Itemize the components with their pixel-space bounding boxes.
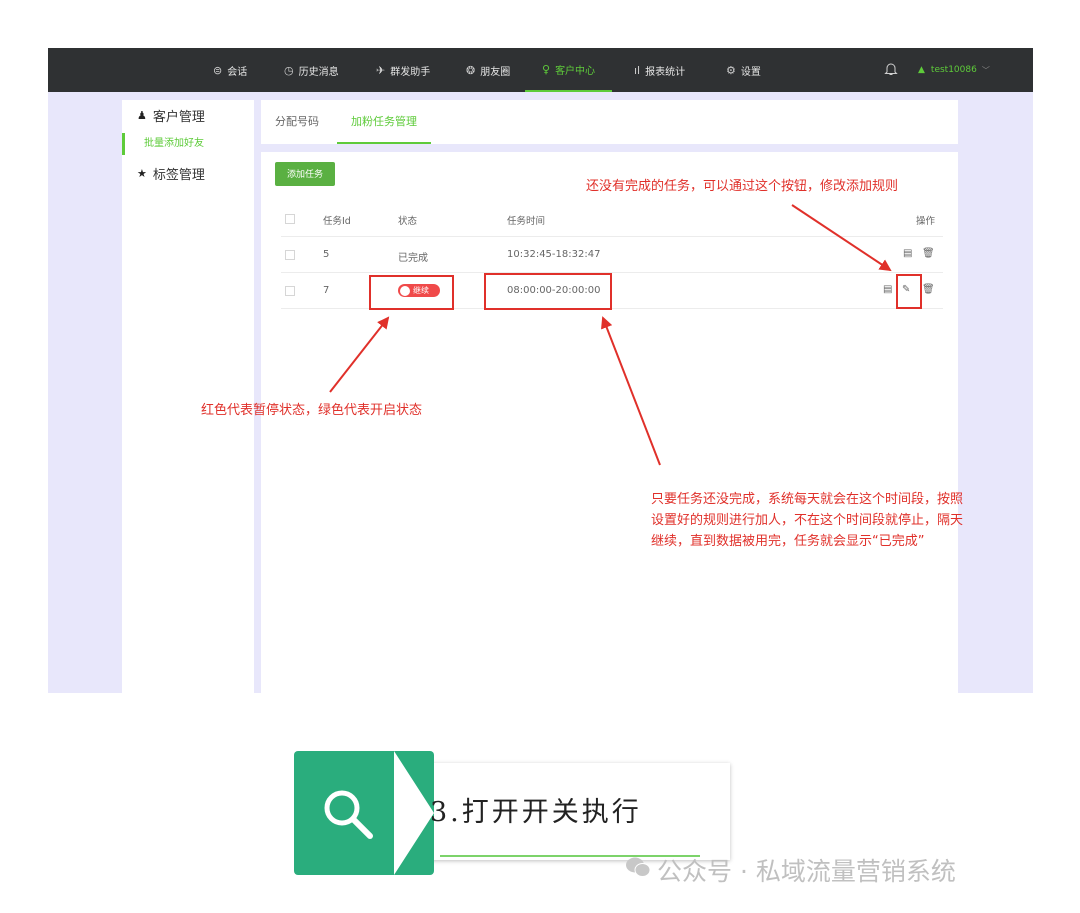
annotation-time-line3: 继续，直到数据被用完，任务就会显示“已完成” [651, 534, 925, 549]
divider [281, 272, 943, 273]
sidebar-item-customer-mgmt[interactable]: ♟ 客户管理 [137, 106, 205, 125]
star-icon: ★ [137, 167, 147, 180]
nav-label: 群发助手 [390, 66, 431, 78]
user-menu[interactable]: ▲ test10086 ﹀ [918, 48, 990, 92]
nav-label: 历史消息 [298, 66, 339, 78]
annotation-status: 红色代表暂停状态，绿色代表开启状态 [201, 403, 423, 418]
trash-icon[interactable]: 🗑 [922, 284, 935, 295]
nav-customer-center[interactable]: ♀ 客户中心 [525, 48, 613, 92]
tab-tasks[interactable]: 加粉任务管理 [337, 100, 431, 144]
nav-label: 朋友圈 [480, 66, 511, 78]
add-task-button[interactable]: 添加任务 [275, 162, 335, 186]
col-header-ops: 操作 [916, 216, 936, 227]
step-title: 3.打开开关执行 [430, 797, 642, 828]
cell-id: 7 [323, 285, 330, 296]
send-icon: ✈ [376, 63, 386, 77]
sidebar-item-batch-add[interactable]: 批量添加好友 [122, 133, 254, 155]
cell-status: 已完成 [398, 253, 428, 264]
sidebar-label: 客户管理 [152, 110, 205, 125]
nav-history[interactable]: ◷ 历史消息 [284, 48, 339, 92]
nav-label: 会话 [227, 66, 248, 78]
nav-broadcast[interactable]: ✈ 群发助手 [376, 48, 430, 92]
highlight-time [484, 273, 612, 310]
cell-time: 10:32:45-18:32:47 [507, 249, 601, 260]
highlight-status [369, 275, 454, 310]
annotation-edit: 还没有完成的任务，可以通过这个按钮，修改添加规则 [586, 179, 899, 194]
task-panel: 添加任务 任务Id 状态 任务时间 操作 5 已完成 10:32:45-18:3… [261, 152, 958, 693]
annotation-time-line2: 设置好的规则进行加人，不在这个时间段就停止，隔天 [651, 513, 964, 528]
annotation-time-line1: 只要任务还没完成，系统每天就会在这个时间段，按照 [651, 492, 964, 507]
moments-icon: ❂ [466, 63, 476, 77]
app-screenshot: ⊜ 会话 ◷ 历史消息 ✈ 群发助手 ❂ 朋友圈 ♀ 客户中心 ıl 报表统计 … [48, 48, 1033, 693]
user-icon: ▲ [918, 65, 925, 75]
top-navbar: ⊜ 会话 ◷ 历史消息 ✈ 群发助手 ❂ 朋友圈 ♀ 客户中心 ıl 报表统计 … [48, 48, 1033, 92]
sidebar-item-tag-mgmt[interactable]: ★ 标签管理 [137, 164, 205, 183]
highlight-edit [896, 274, 922, 309]
nav-settings[interactable]: ⚙ 设置 [726, 48, 761, 92]
select-all-checkbox[interactable] [285, 214, 295, 224]
col-header-time: 任务时间 [507, 216, 546, 227]
cell-id: 5 [323, 249, 330, 260]
view-icon[interactable]: ▤ [883, 284, 892, 295]
sidebar-label: 标签管理 [152, 168, 205, 183]
watermark-text: 公众号 · 私域流量营销系统 [657, 857, 956, 886]
chevron-down-icon: ﹀ [981, 65, 990, 75]
watermark: 公众号 · 私域流量营销系统 [625, 852, 956, 888]
person-icon: ♀ [542, 62, 551, 76]
chat-icon: ⊜ [213, 63, 223, 77]
bell-icon[interactable] [884, 61, 898, 77]
person-icon: ♟ [137, 109, 147, 122]
nav-label: 设置 [740, 66, 761, 78]
view-icon[interactable]: ▤ [903, 248, 912, 259]
tab-bar: 分配号码 加粉任务管理 [261, 100, 958, 144]
nav-moments[interactable]: ❂ 朋友圈 [466, 48, 510, 92]
bar-chart-icon: ıl [634, 63, 641, 77]
col-header-status: 状态 [398, 216, 418, 227]
username: test10086 [930, 65, 977, 75]
magnifier-icon [318, 784, 378, 848]
nav-reports[interactable]: ıl 报表统计 [634, 48, 685, 92]
clock-icon: ◷ [284, 63, 294, 77]
nav-label: 报表统计 [645, 66, 686, 78]
tab-assign[interactable]: 分配号码 [275, 100, 319, 144]
sidebar: ♟ 客户管理 批量添加好友 ★ 标签管理 [122, 100, 254, 693]
row-checkbox[interactable] [285, 286, 295, 296]
col-header-id: 任务Id [323, 216, 351, 227]
gear-icon: ⚙ [726, 63, 736, 77]
divider [281, 236, 943, 237]
trash-icon[interactable]: 🗑 [922, 248, 935, 259]
nav-label: 客户中心 [555, 65, 596, 77]
nav-chat[interactable]: ⊜ 会话 [213, 48, 247, 92]
row-checkbox[interactable] [285, 250, 295, 260]
wechat-icon [625, 856, 651, 884]
